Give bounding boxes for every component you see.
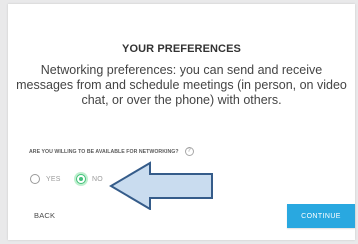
networking-question-label: ARE YOU WILLING TO BE AVAILABLE FOR NETW… [29, 148, 179, 155]
radio-option-yes[interactable]: YES [30, 174, 61, 184]
back-button[interactable]: BACK [34, 211, 55, 220]
panel-title: YOUR PREFERENCES [122, 43, 241, 55]
networking-question: ARE YOU WILLING TO BE AVAILABLE FOR NETW… [29, 147, 194, 156]
radio-yes-label: YES [46, 175, 61, 183]
left-arrow-icon [109, 161, 213, 210]
radio-yes-button[interactable] [30, 174, 40, 184]
radio-no-button[interactable] [76, 174, 86, 184]
radio-option-no[interactable]: NO [76, 174, 103, 184]
preferences-panel: YOUR PREFERENCES Networking preferences:… [8, 4, 355, 240]
help-icon[interactable]: ? [184, 147, 194, 156]
continue-button[interactable]: CONTINUE [287, 204, 355, 228]
networking-description: Networking preferences: you can send and… [16, 63, 347, 107]
radio-no-label: NO [92, 175, 103, 183]
